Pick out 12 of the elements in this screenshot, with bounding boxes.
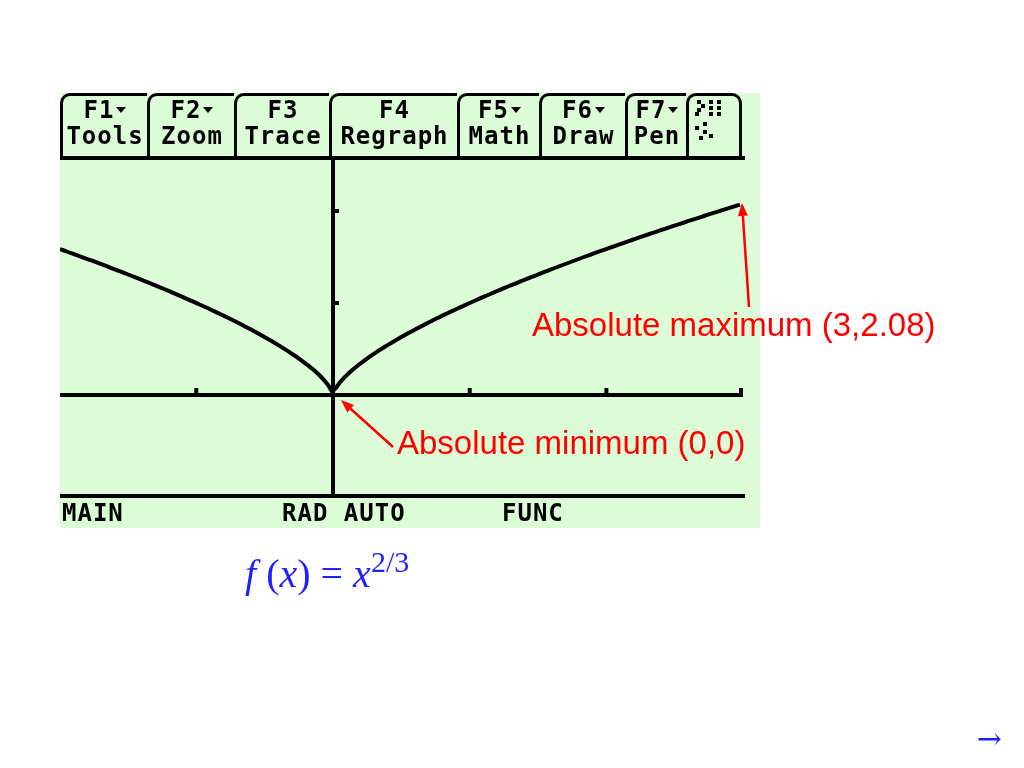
menu-tab[interactable]: F2 Zoom xyxy=(147,93,234,156)
menu-tab[interactable]: F3 Trace xyxy=(234,93,329,156)
function-formula: f (x) = x$^{2/3}$ xyxy=(245,554,410,594)
menu-tab[interactable]: F1 Tools xyxy=(60,93,147,156)
next-slide-link[interactable]: → xyxy=(976,724,1002,754)
status-text: MAIN xyxy=(62,499,124,527)
status-text: FUNC xyxy=(502,499,564,527)
menu-tab[interactable]: F6 Draw xyxy=(539,93,625,156)
menu-tab[interactable]: F4 Regraph xyxy=(329,93,457,156)
menu-tab[interactable]: F7 Pen xyxy=(625,93,686,156)
status-text: RAD AUTO xyxy=(282,499,406,527)
menu-tab[interactable]: F5 Math xyxy=(457,93,539,156)
